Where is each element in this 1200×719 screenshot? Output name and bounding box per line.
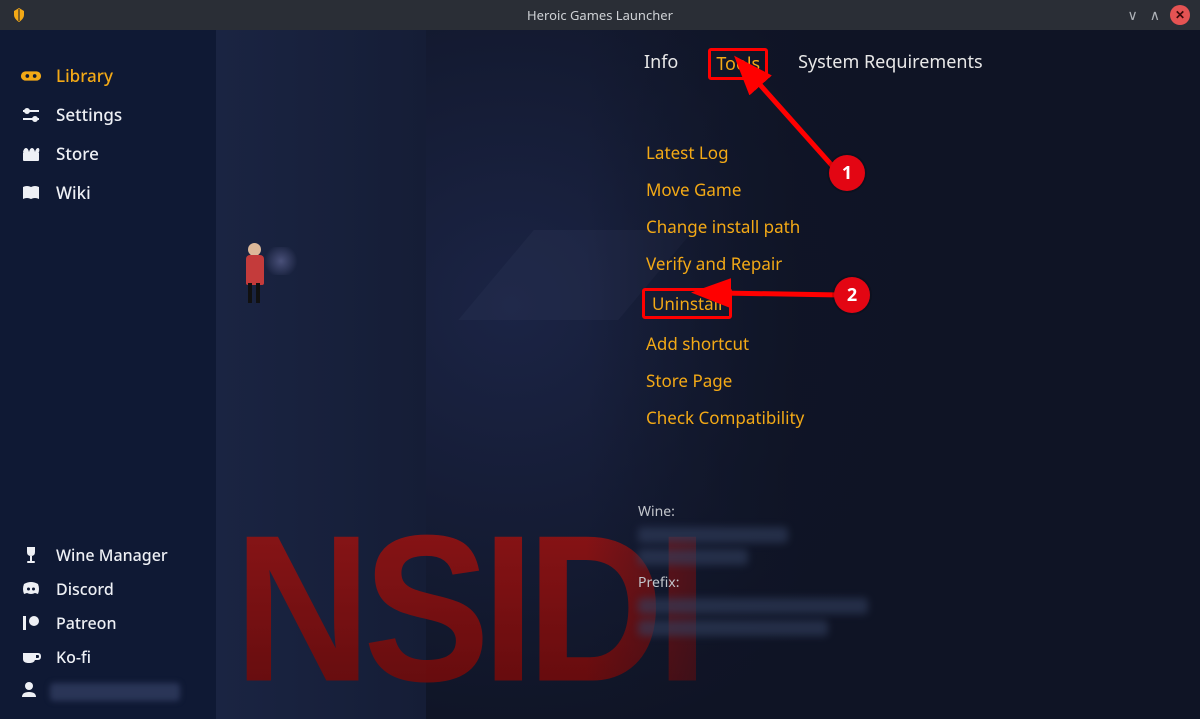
sidebar-item-label: Discord [56, 578, 114, 600]
meta-prefix-label: Prefix: [638, 573, 1180, 592]
sidebar-item-label: Ko-fi [56, 646, 91, 668]
meta-prefix-value-redacted [638, 620, 828, 636]
sidebar-item-label: Patreon [56, 612, 116, 634]
patreon-icon [20, 615, 42, 631]
game-detail-panel: Info Tools System Requirements Latest Lo… [600, 30, 1200, 642]
sidebar-item-library[interactable]: Library [0, 56, 216, 95]
tool-latest-log[interactable]: Latest Log [642, 140, 733, 165]
tool-verify-repair[interactable]: Verify and Repair [642, 251, 786, 276]
sidebar-item-store[interactable]: Store [0, 134, 216, 173]
store-icon [20, 146, 42, 162]
meta-wine-value-redacted [638, 549, 748, 565]
gamepad-icon [20, 68, 42, 84]
sidebar-item-kofi[interactable]: Ko-fi [0, 640, 216, 674]
discord-icon [20, 581, 42, 597]
close-icon: ✕ [1175, 9, 1185, 21]
art-character [236, 225, 291, 310]
sidebar-item-wine-manager[interactable]: Wine Manager [0, 538, 216, 572]
sidebar-item-settings[interactable]: Settings [0, 95, 216, 134]
annotation-badge-1: 1 [829, 155, 865, 191]
coffee-icon [20, 649, 42, 665]
tab-info[interactable]: Info [638, 48, 684, 80]
meta-prefix-value-redacted [638, 598, 868, 614]
tool-store-page[interactable]: Store Page [642, 368, 736, 393]
meta-wine-value-redacted [638, 527, 788, 543]
sidebar: Library Settings Store Wiki [0, 30, 216, 719]
tool-check-compat[interactable]: Check Compatibility [642, 405, 808, 430]
sidebar-item-label: Library [56, 64, 113, 87]
tool-change-install-path[interactable]: Change install path [642, 214, 804, 239]
sidebar-item-label: Wine Manager [56, 544, 168, 566]
main-content: NSIDI Info Tools System Requirements Lat… [216, 30, 1200, 719]
annotation-badge-2: 2 [834, 277, 870, 313]
user-icon [20, 680, 38, 703]
window-title: Heroic Games Launcher [0, 6, 1200, 24]
username-redacted [50, 683, 180, 701]
tool-add-shortcut[interactable]: Add shortcut [642, 331, 753, 356]
annotation-arrow-2 [706, 275, 856, 325]
detail-tabs: Info Tools System Requirements [638, 48, 1180, 80]
sidebar-item-label: Settings [56, 103, 122, 126]
sidebar-item-label: Wiki [56, 181, 91, 204]
sliders-icon [20, 107, 42, 123]
app-icon [10, 6, 28, 24]
game-meta: Wine: Prefix: [638, 502, 1180, 636]
sidebar-item-patreon[interactable]: Patreon [0, 606, 216, 640]
wine-glass-icon [20, 546, 42, 564]
sidebar-item-discord[interactable]: Discord [0, 572, 216, 606]
meta-wine-label: Wine: [638, 502, 1180, 521]
maximize-button[interactable]: ∧ [1148, 6, 1162, 25]
title-bar: Heroic Games Launcher ∨ ∧ ✕ [0, 0, 1200, 30]
tool-move-game[interactable]: Move Game [642, 177, 745, 202]
book-icon [20, 185, 42, 201]
minimize-button[interactable]: ∨ [1126, 6, 1140, 25]
close-button[interactable]: ✕ [1170, 5, 1190, 25]
sidebar-user-row[interactable] [0, 674, 216, 709]
sidebar-item-wiki[interactable]: Wiki [0, 173, 216, 212]
sidebar-item-label: Store [56, 142, 99, 165]
